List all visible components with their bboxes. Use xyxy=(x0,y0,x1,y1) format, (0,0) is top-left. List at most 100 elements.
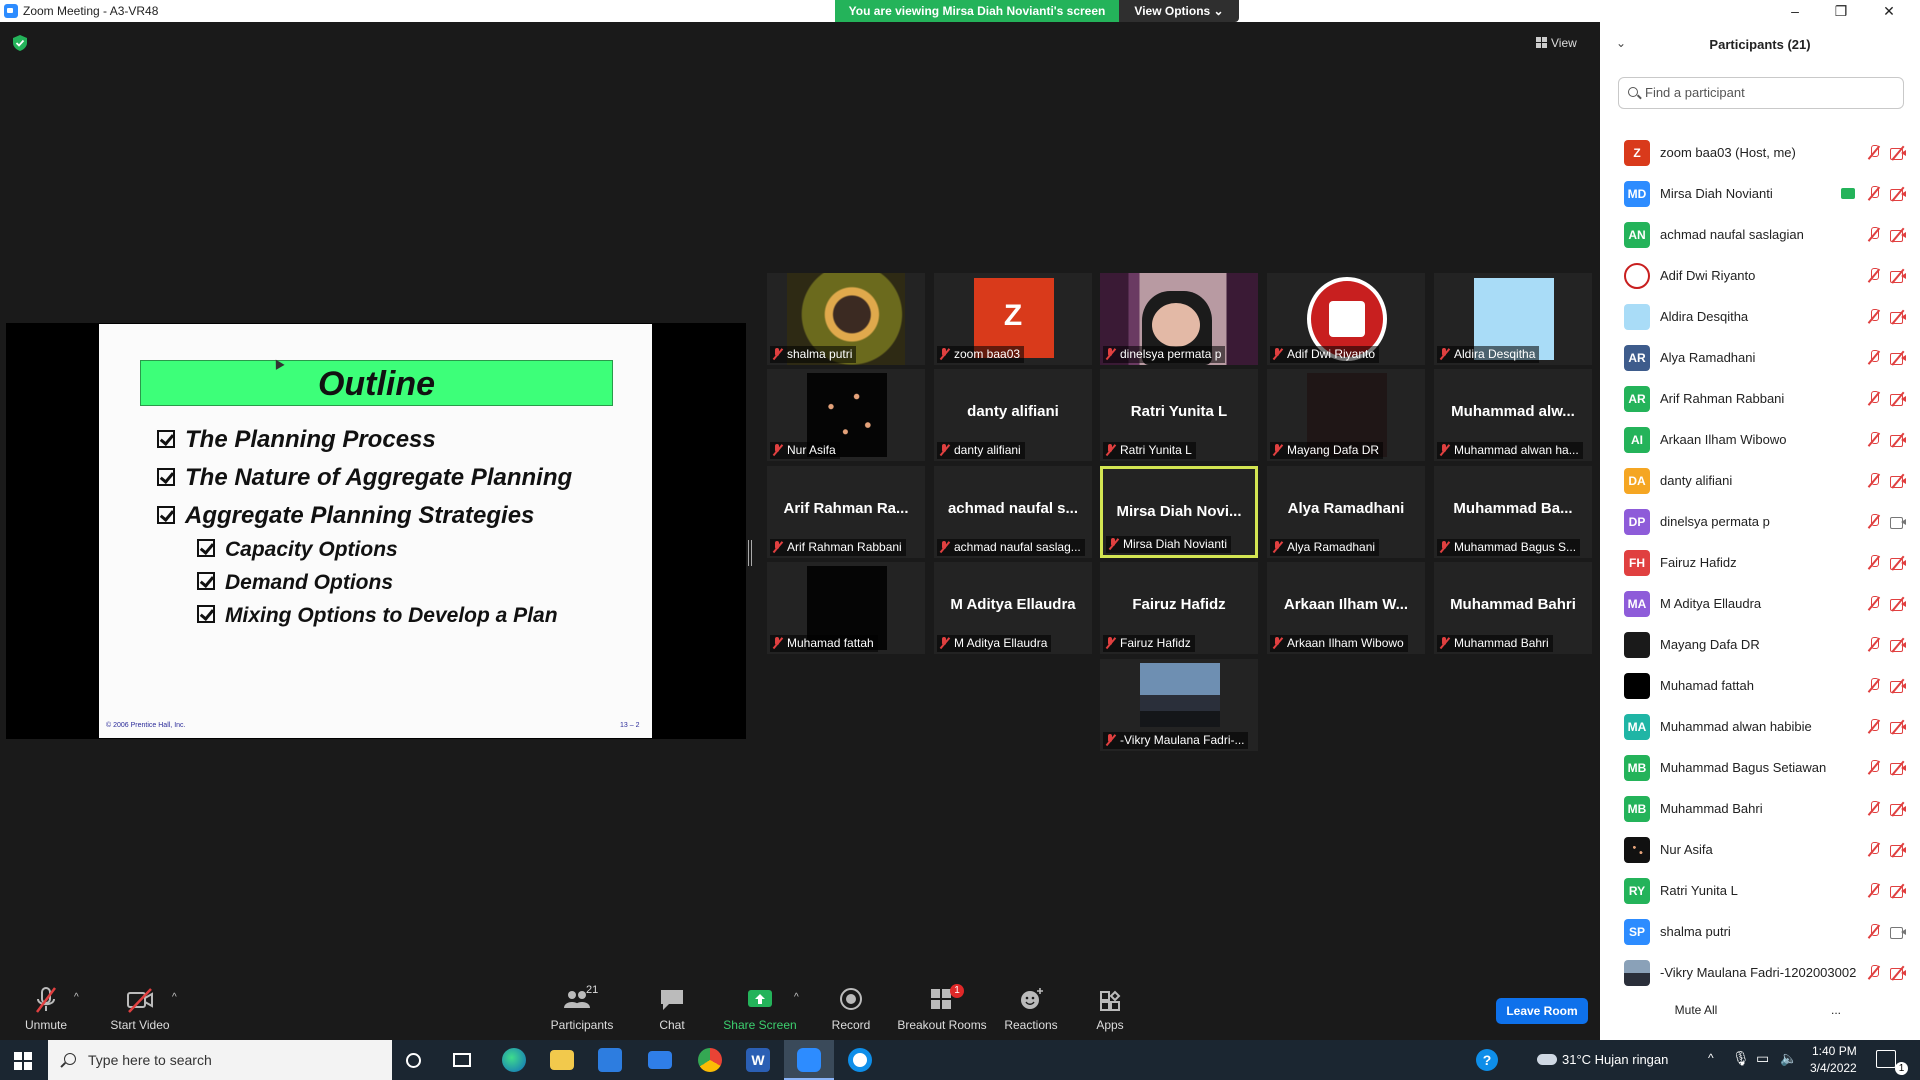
participant-row[interactable]: FH Fairuz Hafidz xyxy=(1600,542,1920,583)
file-explorer-icon[interactable] xyxy=(550,1050,574,1070)
muted-mic-icon[interactable] xyxy=(1868,883,1880,899)
participant-row[interactable]: Aldira Desqitha xyxy=(1600,296,1920,337)
muted-mic-icon[interactable] xyxy=(1868,965,1880,981)
video-tile[interactable]: Muhammad Bahri Muhammad Bahri xyxy=(1434,562,1592,654)
muted-mic-icon[interactable] xyxy=(1868,842,1880,858)
muted-mic-icon[interactable] xyxy=(1868,596,1880,612)
video-off-icon[interactable] xyxy=(1890,637,1907,653)
video-tile[interactable]: Mirsa Diah Novi... Mirsa Diah Novianti xyxy=(1100,466,1258,558)
video-off-icon[interactable] xyxy=(1890,145,1907,161)
microphone-tray-icon[interactable]: 🎙 xyxy=(1732,1050,1750,1067)
video-tile[interactable]: danty alifiani danty alifiani xyxy=(934,369,1092,461)
muted-mic-icon[interactable] xyxy=(1868,473,1880,489)
clock-date[interactable]: 3/4/2022 xyxy=(1810,1061,1857,1075)
help-icon[interactable]: ? xyxy=(1476,1049,1498,1071)
participant-row[interactable]: MB Muhammad Bahri xyxy=(1600,788,1920,829)
participant-row[interactable]: RY Ratri Yunita L xyxy=(1600,870,1920,911)
participant-row[interactable]: Adif Dwi Riyanto xyxy=(1600,255,1920,296)
video-off-icon[interactable] xyxy=(1890,432,1907,448)
participant-row[interactable]: -Vikry Maulana Fadri-1202003002 xyxy=(1600,952,1920,993)
video-off-icon[interactable] xyxy=(1890,350,1907,366)
show-hidden-icons-icon[interactable]: ^ xyxy=(1708,1051,1714,1065)
muted-mic-icon[interactable] xyxy=(1868,309,1880,325)
participants-button[interactable]: 21 Participants xyxy=(538,980,626,1040)
muted-mic-icon[interactable] xyxy=(1868,268,1880,284)
participant-row[interactable]: Mayang Dafa DR xyxy=(1600,624,1920,665)
close-button[interactable]: ✕ xyxy=(1866,0,1912,22)
muted-mic-icon[interactable] xyxy=(1868,801,1880,817)
start-video-button[interactable]: Start Video xyxy=(100,980,180,1040)
weather-text[interactable]: 31°C Hujan ringan xyxy=(1562,1052,1668,1067)
view-button[interactable]: View xyxy=(1536,32,1592,54)
video-on-icon[interactable] xyxy=(1890,926,1907,939)
video-tile[interactable]: Fairuz Hafidz Fairuz Hafidz xyxy=(1100,562,1258,654)
muted-mic-icon[interactable] xyxy=(1868,514,1880,530)
edge-browser-icon[interactable] xyxy=(502,1048,526,1072)
video-tile[interactable]: Nur Asifa xyxy=(767,369,925,461)
video-off-icon[interactable] xyxy=(1890,555,1907,571)
participant-row[interactable]: AR Arif Rahman Rabbani xyxy=(1600,378,1920,419)
video-off-icon[interactable] xyxy=(1890,227,1907,243)
task-view-icon[interactable] xyxy=(453,1053,471,1067)
video-tile[interactable]: Zzoom baa03 xyxy=(934,273,1092,365)
video-tile[interactable]: Muhamad fattah xyxy=(767,562,925,654)
apps-button[interactable]: Apps xyxy=(1090,980,1130,1040)
video-off-icon[interactable] xyxy=(1890,842,1907,858)
video-off-icon[interactable] xyxy=(1890,268,1907,284)
restore-button[interactable]: ❐ xyxy=(1818,0,1864,22)
muted-mic-icon[interactable] xyxy=(1868,760,1880,776)
video-tile[interactable]: Muhammad alw... Muhammad alwan ha... xyxy=(1434,369,1592,461)
reactions-button[interactable]: Reactions xyxy=(1000,980,1062,1040)
video-tile[interactable]: Alya Ramadhani Alya Ramadhani xyxy=(1267,466,1425,558)
video-off-icon[interactable] xyxy=(1890,678,1907,694)
participant-row[interactable]: AR Alya Ramadhani xyxy=(1600,337,1920,378)
zoom-taskbar-button[interactable] xyxy=(784,1040,834,1080)
cortana-icon[interactable] xyxy=(406,1053,421,1068)
video-tile[interactable]: Mayang Dafa DR xyxy=(1267,369,1425,461)
view-options-button[interactable]: View Options ⌄ xyxy=(1119,0,1239,22)
participant-row[interactable]: DA danty alifiani xyxy=(1600,460,1920,501)
taskbar-search-input[interactable]: Type here to search xyxy=(48,1040,392,1080)
video-tile[interactable]: dinelsya permata p xyxy=(1100,273,1258,365)
share-screen-button[interactable]: Share Screen xyxy=(722,980,798,1040)
record-button[interactable]: Record xyxy=(826,980,876,1040)
splitter-handle[interactable] xyxy=(748,540,752,566)
store-icon[interactable] xyxy=(598,1048,622,1072)
video-tile[interactable]: shalma putri xyxy=(767,273,925,365)
muted-mic-icon[interactable] xyxy=(1868,186,1880,202)
word-icon[interactable]: W xyxy=(746,1048,770,1072)
video-tile[interactable]: -Vikry Maulana Fadri-... xyxy=(1100,659,1258,751)
muted-mic-icon[interactable] xyxy=(1868,350,1880,366)
mute-all-button[interactable]: Mute All xyxy=(1662,999,1730,1021)
video-off-icon[interactable] xyxy=(1890,186,1907,202)
share-options-caret[interactable]: ^ xyxy=(794,992,804,1003)
video-tile[interactable]: Aldira Desqitha xyxy=(1434,273,1592,365)
participant-row[interactable]: AN achmad naufal saslagian xyxy=(1600,214,1920,255)
muted-mic-icon[interactable] xyxy=(1868,637,1880,653)
chrome-icon[interactable] xyxy=(698,1048,722,1072)
video-tile[interactable]: Ratri Yunita L Ratri Yunita L xyxy=(1100,369,1258,461)
muted-mic-icon[interactable] xyxy=(1868,678,1880,694)
participant-search-input[interactable]: Find a participant xyxy=(1618,77,1904,109)
unmute-button[interactable]: Unmute xyxy=(16,980,76,1040)
network-icon[interactable]: ▭ xyxy=(1756,1050,1769,1067)
video-on-icon[interactable] xyxy=(1890,516,1907,529)
muted-mic-icon[interactable] xyxy=(1868,391,1880,407)
muted-mic-icon[interactable] xyxy=(1868,432,1880,448)
muted-mic-icon[interactable] xyxy=(1868,924,1880,940)
video-tile[interactable]: Arif Rahman Ra... Arif Rahman Rabbani xyxy=(767,466,925,558)
participant-row[interactable]: Muhamad fattah xyxy=(1600,665,1920,706)
audio-options-caret[interactable]: ^ xyxy=(74,992,84,1003)
breakout-rooms-button[interactable]: 1 Breakout Rooms xyxy=(896,980,988,1040)
video-off-icon[interactable] xyxy=(1890,391,1907,407)
video-off-icon[interactable] xyxy=(1890,801,1907,817)
video-tile[interactable]: Muhammad Ba... Muhammad Bagus S... xyxy=(1434,466,1592,558)
muted-mic-icon[interactable] xyxy=(1868,145,1880,161)
video-options-caret[interactable]: ^ xyxy=(172,992,182,1003)
video-off-icon[interactable] xyxy=(1890,719,1907,735)
video-off-icon[interactable] xyxy=(1890,965,1907,981)
participant-row[interactable]: SP shalma putri xyxy=(1600,911,1920,952)
video-off-icon[interactable] xyxy=(1890,473,1907,489)
teamviewer-icon[interactable] xyxy=(848,1048,872,1072)
muted-mic-icon[interactable] xyxy=(1868,555,1880,571)
